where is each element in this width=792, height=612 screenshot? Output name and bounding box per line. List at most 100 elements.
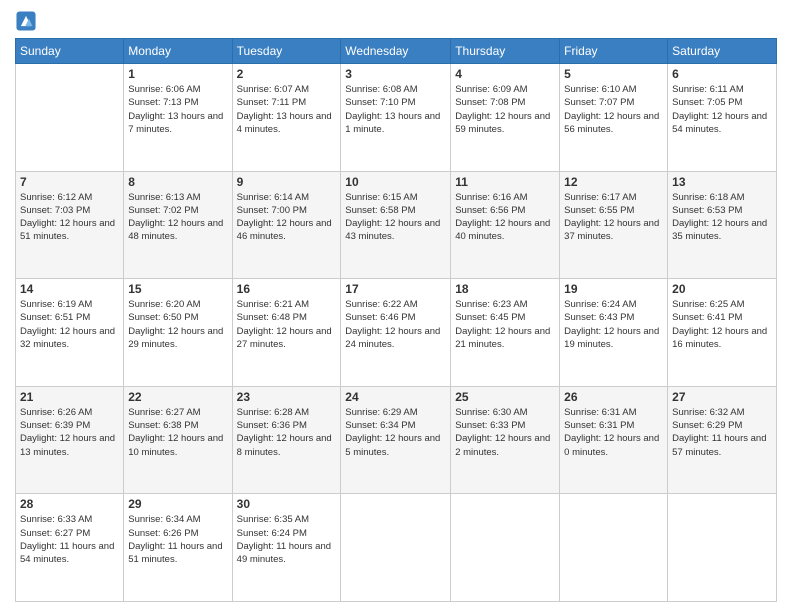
- calendar-cell: 3Sunrise: 6:08 AMSunset: 7:10 PMDaylight…: [341, 64, 451, 172]
- day-number: 26: [564, 390, 663, 404]
- calendar-cell: 10 Sunrise: 6:15 AMSunset: 6:58 PMDayligh…: [341, 171, 451, 279]
- day-info: Sunrise: 6:09 AMSunset: 7:08 PMDaylight:…: [455, 83, 555, 136]
- page: SundayMondayTuesdayWednesdayThursdayFrid…: [0, 0, 792, 612]
- logo: [15, 10, 39, 32]
- calendar-cell: 16 Sunrise: 6:21 AMSunset: 6:48 PMDayligh…: [232, 279, 341, 387]
- header: [15, 10, 777, 32]
- calendar-cell: 6 Sunrise: 6:11 AMSunset: 7:05 PMDaylight…: [668, 64, 777, 172]
- calendar-cell: 25 Sunrise: 6:30 AMSunset: 6:33 PMDayligh…: [451, 386, 560, 494]
- day-number: 16: [237, 282, 337, 296]
- day-info: Sunrise: 6:13 AMSunset: 7:02 PMDaylight:…: [128, 191, 227, 244]
- header-monday: Monday: [124, 39, 232, 64]
- day-info: Sunrise: 6:11 AMSunset: 7:05 PMDaylight:…: [672, 83, 772, 136]
- day-info: Sunrise: 6:30 AMSunset: 6:33 PMDaylight:…: [455, 406, 555, 459]
- day-number: 25: [455, 390, 555, 404]
- calendar-cell: 20Sunrise: 6:25 AMSunset: 6:41 PMDayligh…: [668, 279, 777, 387]
- calendar-cell: 19 Sunrise: 6:24 AMSunset: 6:43 PMDayligh…: [560, 279, 668, 387]
- calendar-cell: 2 Sunrise: 6:07 AMSunset: 7:11 PMDaylight…: [232, 64, 341, 172]
- day-number: 19: [564, 282, 663, 296]
- calendar-cell: 22Sunrise: 6:27 AMSunset: 6:38 PMDayligh…: [124, 386, 232, 494]
- day-number: 7: [20, 175, 119, 189]
- calendar-cell: 27 Sunrise: 6:32 AMSunset: 6:29 PMDayligh…: [668, 386, 777, 494]
- calendar-cell: [16, 64, 124, 172]
- day-info: Sunrise: 6:25 AMSunset: 6:41 PMDaylight:…: [672, 298, 772, 351]
- day-number: 17: [345, 282, 446, 296]
- day-number: 15: [128, 282, 227, 296]
- day-info: Sunrise: 6:24 AMSunset: 6:43 PMDaylight:…: [564, 298, 663, 351]
- calendar-cell: 8 Sunrise: 6:13 AMSunset: 7:02 PMDaylight…: [124, 171, 232, 279]
- logo-icon: [15, 10, 37, 32]
- day-info: Sunrise: 6:22 AMSunset: 6:46 PMDaylight:…: [345, 298, 446, 351]
- day-info: Sunrise: 6:17 AMSunset: 6:55 PMDaylight:…: [564, 191, 663, 244]
- day-number: 9: [237, 175, 337, 189]
- day-number: 8: [128, 175, 227, 189]
- header-saturday: Saturday: [668, 39, 777, 64]
- day-info: Sunrise: 6:26 AMSunset: 6:39 PMDaylight:…: [20, 406, 119, 459]
- day-info: Sunrise: 6:06 AMSunset: 7:13 PMDaylight:…: [128, 83, 227, 136]
- day-info: Sunrise: 6:28 AMSunset: 6:36 PMDaylight:…: [237, 406, 337, 459]
- calendar-cell: 11 Sunrise: 6:16 AMSunset: 6:56 PMDayligh…: [451, 171, 560, 279]
- day-info: Sunrise: 6:21 AMSunset: 6:48 PMDaylight:…: [237, 298, 337, 351]
- day-info: Sunrise: 6:08 AMSunset: 7:10 PMDaylight:…: [345, 83, 446, 136]
- calendar-table: SundayMondayTuesdayWednesdayThursdayFrid…: [15, 38, 777, 602]
- day-info: Sunrise: 6:23 AMSunset: 6:45 PMDaylight:…: [455, 298, 555, 351]
- day-number: 13: [672, 175, 772, 189]
- header-thursday: Thursday: [451, 39, 560, 64]
- day-info: Sunrise: 6:35 AMSunset: 6:24 PMDaylight:…: [237, 513, 337, 566]
- calendar-cell: 15 Sunrise: 6:20 AMSunset: 6:50 PMDayligh…: [124, 279, 232, 387]
- week-row-4: 28 Sunrise: 6:33 AMSunset: 6:27 PMDayligh…: [16, 494, 777, 602]
- calendar-cell: 23Sunrise: 6:28 AMSunset: 6:36 PMDayligh…: [232, 386, 341, 494]
- calendar-cell: 14Sunrise: 6:19 AMSunset: 6:51 PMDayligh…: [16, 279, 124, 387]
- day-info: Sunrise: 6:07 AMSunset: 7:11 PMDaylight:…: [237, 83, 337, 136]
- day-info: Sunrise: 6:20 AMSunset: 6:50 PMDaylight:…: [128, 298, 227, 351]
- day-number: 5: [564, 67, 663, 81]
- day-number: 1: [128, 67, 227, 81]
- day-info: Sunrise: 6:12 AMSunset: 7:03 PMDaylight:…: [20, 191, 119, 244]
- header-tuesday: Tuesday: [232, 39, 341, 64]
- day-info: Sunrise: 6:10 AMSunset: 7:07 PMDaylight:…: [564, 83, 663, 136]
- header-friday: Friday: [560, 39, 668, 64]
- calendar-cell: 7 Sunrise: 6:12 AMSunset: 7:03 PMDaylight…: [16, 171, 124, 279]
- day-number: 28: [20, 497, 119, 511]
- calendar-cell: [341, 494, 451, 602]
- calendar-header-row: SundayMondayTuesdayWednesdayThursdayFrid…: [16, 39, 777, 64]
- calendar-cell: 21 Sunrise: 6:26 AMSunset: 6:39 PMDayligh…: [16, 386, 124, 494]
- day-info: Sunrise: 6:33 AMSunset: 6:27 PMDaylight:…: [20, 513, 119, 566]
- day-number: 30: [237, 497, 337, 511]
- calendar-cell: 13 Sunrise: 6:18 AMSunset: 6:53 PMDayligh…: [668, 171, 777, 279]
- day-number: 24: [345, 390, 446, 404]
- calendar-cell: 28 Sunrise: 6:33 AMSunset: 6:27 PMDayligh…: [16, 494, 124, 602]
- day-info: Sunrise: 6:18 AMSunset: 6:53 PMDaylight:…: [672, 191, 772, 244]
- day-number: 2: [237, 67, 337, 81]
- day-info: Sunrise: 6:16 AMSunset: 6:56 PMDaylight:…: [455, 191, 555, 244]
- week-row-2: 14Sunrise: 6:19 AMSunset: 6:51 PMDayligh…: [16, 279, 777, 387]
- header-sunday: Sunday: [16, 39, 124, 64]
- calendar-cell: 29Sunrise: 6:34 AMSunset: 6:26 PMDayligh…: [124, 494, 232, 602]
- day-number: 4: [455, 67, 555, 81]
- day-number: 18: [455, 282, 555, 296]
- day-info: Sunrise: 6:31 AMSunset: 6:31 PMDaylight:…: [564, 406, 663, 459]
- day-info: Sunrise: 6:32 AMSunset: 6:29 PMDaylight:…: [672, 406, 772, 459]
- day-number: 22: [128, 390, 227, 404]
- day-number: 6: [672, 67, 772, 81]
- day-number: 27: [672, 390, 772, 404]
- day-info: Sunrise: 6:15 AMSunset: 6:58 PMDaylight:…: [345, 191, 446, 244]
- calendar-cell: [560, 494, 668, 602]
- calendar-cell: 5 Sunrise: 6:10 AMSunset: 7:07 PMDaylight…: [560, 64, 668, 172]
- calendar-cell: 30 Sunrise: 6:35 AMSunset: 6:24 PMDayligh…: [232, 494, 341, 602]
- week-row-0: 1 Sunrise: 6:06 AMSunset: 7:13 PMDaylight…: [16, 64, 777, 172]
- day-number: 21: [20, 390, 119, 404]
- day-info: Sunrise: 6:14 AMSunset: 7:00 PMDaylight:…: [237, 191, 337, 244]
- week-row-1: 7 Sunrise: 6:12 AMSunset: 7:03 PMDaylight…: [16, 171, 777, 279]
- calendar-cell: 17 Sunrise: 6:22 AMSunset: 6:46 PMDayligh…: [341, 279, 451, 387]
- day-number: 14: [20, 282, 119, 296]
- calendar-cell: 9 Sunrise: 6:14 AMSunset: 7:00 PMDaylight…: [232, 171, 341, 279]
- day-number: 29: [128, 497, 227, 511]
- calendar-cell: 18 Sunrise: 6:23 AMSunset: 6:45 PMDayligh…: [451, 279, 560, 387]
- day-info: Sunrise: 6:29 AMSunset: 6:34 PMDaylight:…: [345, 406, 446, 459]
- day-number: 10: [345, 175, 446, 189]
- day-number: 11: [455, 175, 555, 189]
- calendar-cell: 26 Sunrise: 6:31 AMSunset: 6:31 PMDayligh…: [560, 386, 668, 494]
- calendar-cell: 1 Sunrise: 6:06 AMSunset: 7:13 PMDaylight…: [124, 64, 232, 172]
- calendar-cell: [668, 494, 777, 602]
